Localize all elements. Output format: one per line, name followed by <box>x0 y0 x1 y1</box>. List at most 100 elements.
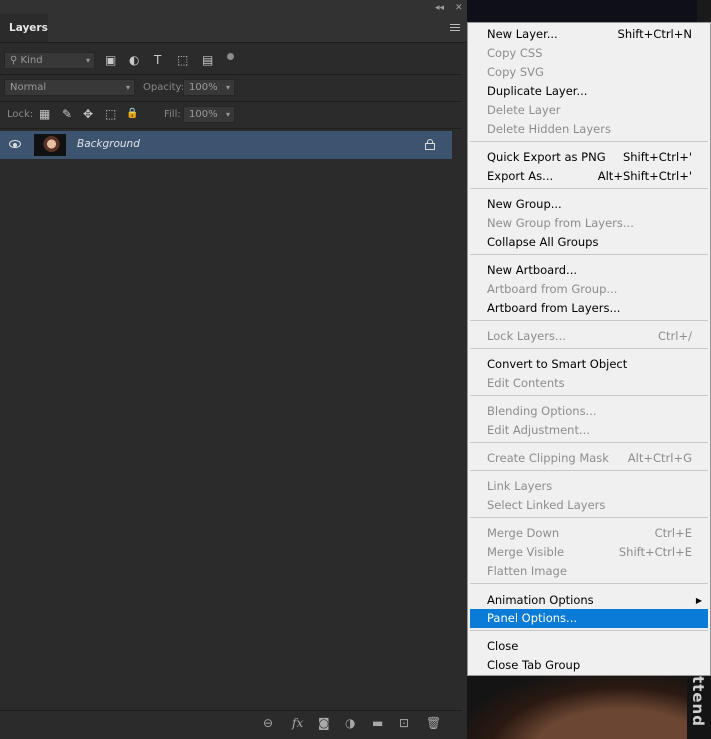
tab-layers[interactable]: Layers <box>0 14 48 42</box>
menu-item-export-as[interactable]: Export As... Alt+Shift+Ctrl+' <box>470 167 708 186</box>
menu-item-label: New Group from Layers... <box>487 216 634 230</box>
menu-item-lock-layers[interactable]: Lock Layers... Ctrl+/ <box>470 327 708 346</box>
menu-item-label: Merge Down <box>487 526 560 540</box>
menu-item-label: Link Layers <box>487 479 553 493</box>
lock-transparent-icon[interactable]: ▦ <box>39 108 50 120</box>
menu-separator <box>470 254 708 255</box>
menu-item-copy-svg[interactable]: Copy SVG <box>470 63 708 82</box>
document-canvas-top <box>467 0 697 22</box>
menu-item-label: Close Tab Group <box>487 658 581 672</box>
menu-item-close-tab-group[interactable]: Close Tab Group <box>470 656 708 675</box>
menu-item-select-linked-layers[interactable]: Select Linked Layers <box>470 496 708 515</box>
adjustment-filter-icon[interactable]: ◐ <box>129 54 139 66</box>
menu-item-quick-export-as-png[interactable]: Quick Export as PNG Shift+Ctrl+' <box>470 148 708 167</box>
menu-item-animation-options[interactable]: Animation Options ▶ <box>470 591 708 610</box>
menu-item-delete-hidden-layers[interactable]: Delete Hidden Layers <box>470 120 708 139</box>
menu-item-label: Delete Layer <box>487 103 561 117</box>
opacity-label: Opacity: <box>143 82 185 93</box>
menu-item-duplicate-layer[interactable]: Duplicate Layer... <box>470 82 708 101</box>
menu-item-label: Merge Visible <box>487 545 565 559</box>
menu-item-label: Edit Adjustment... <box>487 423 590 437</box>
layer-row-background[interactable]: Background <box>0 131 452 159</box>
opacity-value: 100% <box>189 82 218 93</box>
menu-item-convert-to-smart-object[interactable]: Convert to Smart Object <box>470 355 708 374</box>
submenu-arrow-icon: ▶ <box>695 596 702 605</box>
menu-separator <box>470 141 708 142</box>
shape-filter-icon[interactable]: ⬚ <box>177 54 188 66</box>
menu-item-new-group-from-layers[interactable]: New Group from Layers... <box>470 214 708 233</box>
menu-item-link-layers[interactable]: Link Layers <box>470 477 708 496</box>
menu-item-flatten-image[interactable]: Flatten Image <box>470 562 708 581</box>
menu-item-label: New Layer... <box>487 27 558 41</box>
fx-icon[interactable]: fx <box>292 717 303 729</box>
menu-separator <box>470 320 708 321</box>
menu-item-label: Convert to Smart Object <box>487 357 628 371</box>
menu-item-merge-down[interactable]: Merge Down Ctrl+E <box>470 524 708 543</box>
menu-item-close[interactable]: Close <box>470 637 708 656</box>
menu-item-label: Close <box>487 639 519 653</box>
add-mask-icon[interactable]: ◙ <box>318 717 330 729</box>
menu-item-panel-options[interactable]: Panel Options... <box>470 609 708 628</box>
panel-menu-icon[interactable] <box>450 24 460 32</box>
new-adjustment-icon[interactable]: ◑ <box>345 717 355 729</box>
menu-item-label: New Group... <box>487 197 562 211</box>
blend-mode-select[interactable]: Normal ▾ <box>4 79 135 96</box>
opacity-field[interactable]: 100% ▾ <box>183 79 235 96</box>
new-layer-icon[interactable]: ⊡ <box>399 717 409 729</box>
menu-item-shortcut: Shift+Ctrl+' <box>622 150 692 164</box>
menu-separator <box>470 583 708 584</box>
close-panel-button[interactable]: ✕ <box>455 3 463 13</box>
menu-item-label: Lock Layers... <box>487 329 566 343</box>
filter-row: ⚲ Kind ▾ ▣ ◐ T ⬚ ▤ <box>0 48 462 75</box>
fill-label: Fill: <box>164 109 181 120</box>
menu-item-create-clipping-mask[interactable]: Create Clipping Mask Alt+Ctrl+G <box>470 449 708 468</box>
document-photo <box>467 676 687 739</box>
menu-item-label: Artboard from Layers... <box>487 301 621 315</box>
chevron-down-icon: ▾ <box>85 56 90 65</box>
lock-move-icon[interactable]: ✥ <box>83 108 93 120</box>
collapse-panel-button[interactable]: ◂◂ <box>435 3 444 13</box>
lock-row: Lock: ▦ ✎ ✥ ⬚ 🔒 Fill: 100% ▾ <box>0 102 462 129</box>
lock-artboard-icon[interactable]: ⬚ <box>105 108 116 120</box>
menu-separator <box>470 395 708 396</box>
new-group-icon[interactable]: ▬ <box>372 717 383 729</box>
menu-item-collapse-all-groups[interactable]: Collapse All Groups <box>470 233 708 252</box>
filter-toggle-icon[interactable] <box>227 53 234 60</box>
type-filter-icon[interactable]: T <box>154 54 161 66</box>
menu-item-shortcut: Alt+Shift+Ctrl+' <box>597 169 692 183</box>
menu-item-copy-css[interactable]: Copy CSS <box>470 44 708 63</box>
fill-field[interactable]: 100% ▾ <box>183 106 235 123</box>
chevron-down-icon: ▾ <box>125 83 130 92</box>
menu-item-label: Select Linked Layers <box>487 498 606 512</box>
filter-kind-select[interactable]: ⚲ Kind ▾ <box>4 52 95 69</box>
menu-item-artboard-from-layers[interactable]: Artboard from Layers... <box>470 299 708 318</box>
lock-label: Lock: <box>7 109 34 120</box>
menu-item-label: Create Clipping Mask <box>487 451 609 465</box>
smart-object-filter-icon[interactable]: ▤ <box>202 54 213 66</box>
search-icon: ⚲ <box>10 55 18 66</box>
menu-item-label: Panel Options... <box>487 611 578 625</box>
menu-item-merge-visible[interactable]: Merge Visible Shift+Ctrl+E <box>470 543 708 562</box>
link-layers-icon[interactable]: ⊖ <box>263 717 273 729</box>
menu-item-artboard-from-group[interactable]: Artboard from Group... <box>470 280 708 299</box>
visibility-eye-icon[interactable] <box>9 140 21 148</box>
menu-item-blending-options[interactable]: Blending Options... <box>470 402 708 421</box>
pixel-filter-icon[interactable]: ▣ <box>105 54 116 66</box>
menu-item-new-artboard[interactable]: New Artboard... <box>470 261 708 280</box>
menu-item-edit-adjustment[interactable]: Edit Adjustment... <box>470 421 708 440</box>
delete-layer-icon[interactable]: 🗑 <box>426 717 441 729</box>
menu-item-new-group[interactable]: New Group... <box>470 195 708 214</box>
menu-item-label: Collapse All Groups <box>487 235 599 249</box>
layer-lock-icon[interactable] <box>425 139 435 150</box>
menu-item-edit-contents[interactable]: Edit Contents <box>470 374 708 393</box>
panel-header: ◂◂ ✕ Layers <box>0 0 467 43</box>
menu-separator <box>470 188 708 189</box>
menu-item-new-layer[interactable]: New Layer... Shift+Ctrl+N <box>470 25 708 44</box>
menu-item-shortcut: Shift+Ctrl+N <box>617 27 692 41</box>
menu-item-delete-layer[interactable]: Delete Layer <box>470 101 708 120</box>
layers-panel: ◂◂ ✕ Layers ⚲ Kind ▾ ▣ ◐ T ⬚ ▤ Normal ▾ … <box>0 0 467 739</box>
lock-paint-icon[interactable]: ✎ <box>62 108 72 120</box>
fill-value: 100% <box>189 109 218 120</box>
blend-mode-value: Normal <box>10 82 47 93</box>
lock-all-icon[interactable]: 🔒 <box>126 108 138 120</box>
